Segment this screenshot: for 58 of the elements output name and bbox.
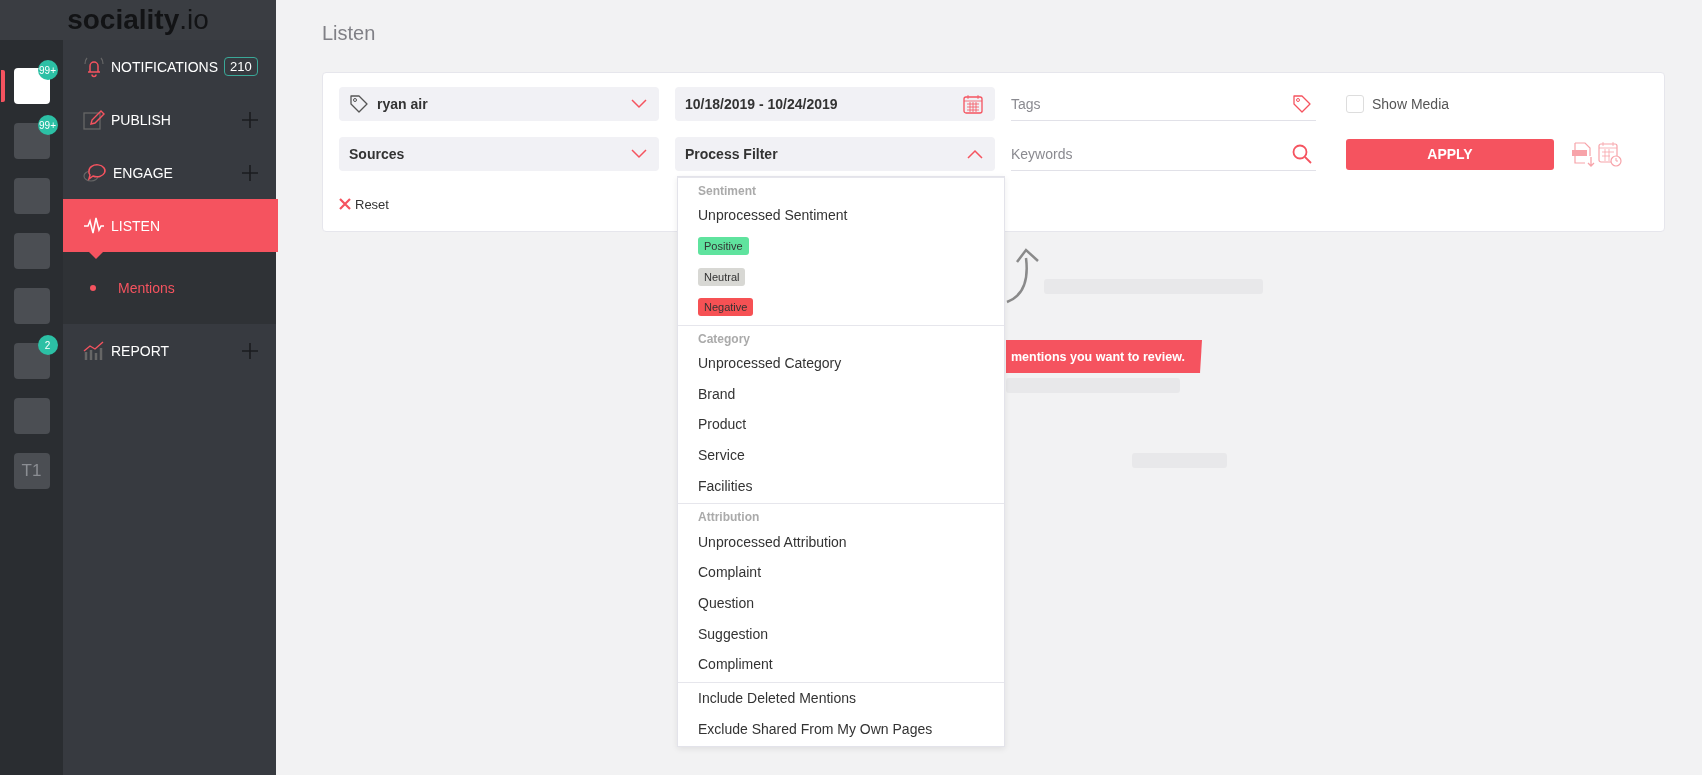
menu-option[interactable]: Unprocessed Sentiment (698, 207, 848, 224)
notification-badge: 2 (37, 335, 58, 355)
date-range-field[interactable]: 10/18/2019 - 10/24/2019 (675, 87, 995, 121)
menu-option[interactable]: Compliment (698, 656, 773, 673)
menu-option[interactable]: Exclude Shared From My Own Pages (698, 720, 933, 737)
menu-option[interactable]: Suggestion (698, 625, 769, 642)
plus-icon[interactable] (241, 342, 258, 359)
notification-badge: 99+ (37, 60, 58, 80)
plus-icon[interactable] (241, 111, 258, 128)
sentiment-tag[interactable]: Negative (698, 298, 754, 317)
brand-select[interactable]: ryan air (339, 87, 659, 121)
checkbox[interactable] (1346, 95, 1364, 113)
menu-option[interactable]: Service (698, 447, 745, 464)
menu-option[interactable]: Unprocessed Attribution (698, 533, 847, 550)
bell-icon (83, 55, 105, 78)
calendar-icon (963, 94, 983, 114)
menu-option[interactable]: Brand (698, 385, 736, 402)
chevron-down-icon (631, 99, 647, 109)
nav-item[interactable]: PUBLISH (63, 93, 278, 146)
chevron-down-icon (631, 149, 647, 159)
x-icon (339, 198, 351, 210)
menu-option[interactable]: Include Deleted Mentions (698, 689, 856, 706)
page-title: Listen (322, 22, 376, 46)
bar-chart-icon (83, 339, 105, 362)
section-header: Sentiment (697, 183, 757, 200)
checkbox-label: Show Media (1372, 96, 1450, 112)
plus-icon[interactable] (241, 164, 258, 181)
section-header: Attribution (697, 509, 761, 527)
process-filter-select[interactable]: Process Filter (675, 137, 995, 171)
nav-item[interactable]: ENGAGE (63, 146, 278, 199)
reset-button[interactable]: Reset (339, 196, 389, 212)
bullet-icon (90, 285, 96, 291)
file-download-icon[interactable] (1572, 141, 1596, 167)
speech-bubble-icon (83, 161, 107, 184)
menu-option[interactable]: Question (698, 594, 755, 611)
hint-banner: mentions you want to review. (1006, 340, 1202, 373)
submenu-item[interactable]: Mentions (118, 280, 175, 296)
section-header: Category (697, 330, 751, 348)
tag-icon (349, 94, 369, 114)
notification-badge: 99+ (37, 115, 58, 135)
menu-option[interactable]: Unprocessed Category (698, 355, 842, 372)
sources-select[interactable]: Sources (339, 137, 659, 171)
pencil-square-icon (83, 108, 105, 131)
keywords-field[interactable]: Keywords (1011, 145, 1284, 162)
sentiment-tag[interactable]: Positive (698, 237, 749, 256)
menu-option[interactable]: Complaint (698, 564, 762, 581)
sentiment-tag[interactable]: Neutral (698, 267, 746, 286)
count-badge: 210 (224, 57, 258, 76)
menu-option[interactable]: Product (698, 416, 747, 433)
calendar-clock-icon[interactable] (1598, 141, 1622, 167)
nav-item[interactable]: NOTIFICATIONS 210 (63, 40, 278, 93)
chevron-up-icon (967, 149, 983, 159)
curved-arrow-icon (1006, 248, 1040, 304)
nav-item[interactable]: REPORT (63, 324, 278, 377)
search-icon[interactable] (1292, 143, 1312, 164)
menu-option[interactable]: Facilities (698, 477, 753, 494)
tags-field[interactable]: Tags (1011, 95, 1284, 112)
tag-icon (1292, 93, 1312, 114)
